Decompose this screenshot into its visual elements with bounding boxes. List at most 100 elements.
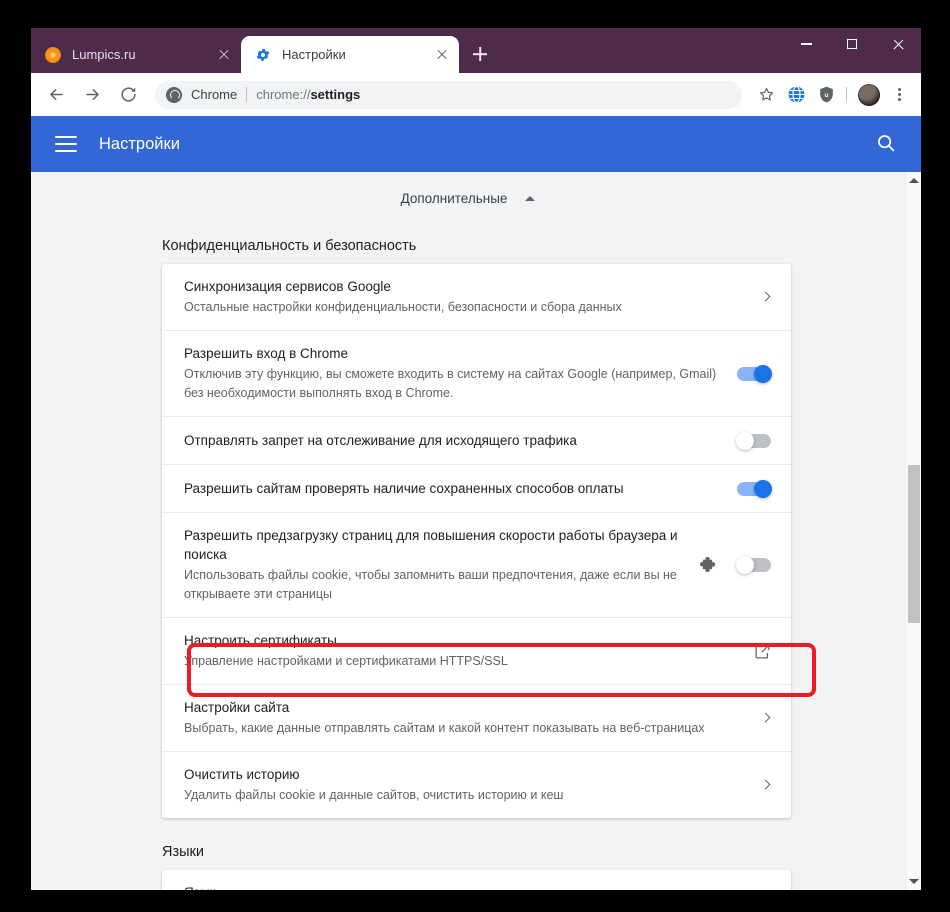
row-text: Очистить историю Удалить файлы cookie и …: [184, 752, 747, 818]
vertical-scrollbar[interactable]: [905, 172, 921, 890]
row-text: Настройки сайта Выбрать, какие данные от…: [184, 685, 747, 751]
row-control: [761, 292, 771, 302]
row-control: [699, 555, 771, 575]
setting-row-language[interactable]: Язык русский: [162, 870, 791, 890]
setting-row-payment-methods[interactable]: Разрешить сайтам проверять наличие сохра…: [162, 465, 791, 513]
row-control: [761, 713, 771, 723]
row-subtitle: Использовать файлы cookie, чтобы запомни…: [184, 568, 677, 601]
tab-strip: Lumpics.ru Настройки: [31, 28, 921, 73]
row-title: Разрешить сайтам проверять наличие сохра…: [184, 481, 624, 496]
caret-up-icon: [525, 195, 536, 201]
setting-row-preload-pages[interactable]: Разрешить предзагрузку страниц для повыш…: [162, 513, 791, 618]
maximize-button[interactable]: [829, 28, 875, 60]
toolbar-divider: [846, 87, 847, 102]
tab-settings[interactable]: Настройки: [241, 36, 459, 73]
new-tab-button[interactable]: [465, 39, 495, 69]
row-title: Язык: [184, 883, 743, 890]
row-title: Синхронизация сервисов Google: [184, 279, 391, 294]
star-icon[interactable]: [752, 81, 780, 109]
toggle-switch[interactable]: [736, 431, 771, 450]
omnibox-divider: [246, 87, 248, 102]
browser-toolbar: Chrome chrome://settings u: [31, 73, 921, 116]
row-title: Настройки сайта: [184, 700, 290, 715]
settings-top-bar: Настройки: [31, 116, 921, 172]
row-control: [736, 431, 771, 450]
lumpics-favicon-icon: [45, 46, 61, 63]
address-bar[interactable]: Chrome chrome://settings: [155, 80, 742, 109]
privacy-card: Синхронизация сервисов Google Остальные …: [162, 264, 791, 818]
row-subtitle: Отключив эту функцию, вы сможете входить…: [184, 367, 717, 400]
puzzle-extension-icon: [699, 555, 719, 575]
gear-icon: [255, 47, 271, 63]
languages-card: Язык русский: [162, 870, 791, 890]
row-text: Настроить сертификаты Управление настрой…: [184, 618, 740, 684]
row-text: Синхронизация сервисов Google Остальные …: [184, 264, 747, 330]
search-icon[interactable]: [875, 132, 899, 156]
setting-row-google-sync[interactable]: Синхронизация сервисов Google Остальные …: [162, 264, 791, 331]
browser-window: Lumpics.ru Настройки Chrome chrome://set…: [31, 28, 921, 890]
chevron-right-icon[interactable]: [761, 780, 771, 790]
omnibox-url: chrome://settings: [256, 87, 360, 102]
scroll-thumb[interactable]: [908, 465, 920, 623]
svg-text:u: u: [824, 92, 828, 99]
chrome-shield-icon: [166, 86, 182, 103]
row-title: Очистить историю: [184, 767, 300, 782]
tab-label: Lumpics.ru: [72, 47, 136, 62]
settings-content: Дополнительные Конфиденциальность и безо…: [31, 172, 921, 890]
minimize-button[interactable]: [783, 28, 829, 60]
toggle-switch[interactable]: [737, 364, 772, 383]
omnibox-url-prefix: chrome://: [256, 87, 311, 102]
chevron-right-icon[interactable]: [761, 713, 771, 723]
kebab-menu-icon[interactable]: [885, 81, 913, 109]
row-subtitle: Управление настройками и сертификатами H…: [184, 654, 508, 668]
row-title: Разрешить предзагрузку страниц для повыш…: [184, 528, 678, 562]
row-text: Разрешить сайтам проверять наличие сохра…: [184, 466, 723, 511]
close-button[interactable]: [875, 28, 921, 60]
external-link-icon[interactable]: [754, 643, 771, 660]
row-text: Разрешить предзагрузку страниц для повыш…: [184, 513, 685, 617]
toggle-switch[interactable]: [737, 479, 772, 498]
page-title: Настройки: [99, 134, 180, 153]
row-text: Язык русский: [184, 870, 743, 890]
row-control: [761, 780, 771, 790]
omnibox-scheme-label: Chrome: [191, 87, 238, 102]
setting-row-manage-certificates[interactable]: Настроить сертификаты Управление настрой…: [162, 618, 791, 685]
tab-label: Настройки: [282, 47, 346, 62]
reload-icon[interactable]: [113, 80, 143, 110]
setting-row-site-settings[interactable]: Настройки сайта Выбрать, какие данные от…: [162, 685, 791, 752]
avatar[interactable]: [855, 81, 883, 109]
row-subtitle: Удалить файлы cookie и данные сайтов, оч…: [184, 788, 564, 802]
scroll-up-arrow-icon[interactable]: [908, 178, 919, 183]
hamburger-icon[interactable]: [55, 136, 77, 152]
row-text: Разрешить вход в Chrome Отключив эту фун…: [184, 331, 723, 416]
advanced-section-toggle[interactable]: Дополнительные: [31, 172, 905, 224]
setting-row-clear-browsing-data[interactable]: Очистить историю Удалить файлы cookie и …: [162, 752, 791, 818]
globe-extension-icon[interactable]: [782, 81, 810, 109]
row-title: Разрешить вход в Chrome: [184, 346, 349, 361]
privacy-section-title: Конфиденциальность и безопасность: [162, 238, 417, 254]
scroll-down-arrow-icon[interactable]: [908, 879, 919, 884]
row-subtitle: Остальные настройки конфиденциальности, …: [184, 300, 622, 314]
forward-arrow-icon[interactable]: [77, 80, 107, 110]
row-title: Отправлять запрет на отслеживание для ис…: [184, 433, 577, 448]
tab-close-icon[interactable]: [212, 43, 236, 67]
row-text: Отправлять запрет на отслеживание для ис…: [184, 418, 723, 463]
languages-section-title: Языки: [162, 844, 204, 860]
ublock-shield-icon[interactable]: u: [812, 81, 840, 109]
row-control: [754, 643, 771, 660]
tab-lumpics[interactable]: Lumpics.ru: [31, 36, 241, 73]
tab-close-icon[interactable]: [430, 43, 454, 67]
window-controls: [783, 28, 921, 60]
setting-row-allow-chrome-signin[interactable]: Разрешить вход в Chrome Отключив эту фун…: [162, 331, 791, 417]
advanced-label: Дополнительные: [400, 190, 508, 206]
row-subtitle: Выбрать, какие данные отправлять сайтам …: [184, 721, 705, 735]
chevron-right-icon[interactable]: [761, 292, 771, 302]
omnibox-url-path: settings: [310, 87, 361, 102]
row-control: [737, 364, 772, 383]
row-title: Настроить сертификаты: [184, 633, 337, 648]
row-control: [737, 479, 772, 498]
toggle-switch[interactable]: [736, 556, 771, 574]
back-arrow-icon[interactable]: [41, 80, 71, 110]
settings-scroll-region: Дополнительные Конфиденциальность и безо…: [31, 172, 905, 890]
setting-row-do-not-track[interactable]: Отправлять запрет на отслеживание для ис…: [162, 417, 791, 465]
